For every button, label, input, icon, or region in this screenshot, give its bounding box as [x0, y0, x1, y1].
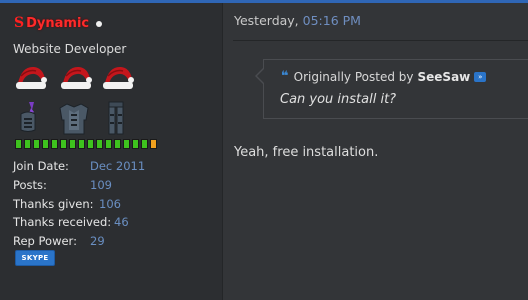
user-stats: Join Date: Dec 2011 Posts: 109 Thanks gi… [13, 157, 145, 250]
stat-label: Rep Power: [13, 234, 77, 249]
rep-segment [24, 139, 31, 149]
santa-hat-icon [61, 66, 92, 89]
stat-label: Thanks given: [13, 196, 94, 211]
user-title: Website Developer [13, 42, 127, 56]
online-status-icon [96, 21, 103, 27]
stat-label: Join Date: [13, 159, 69, 174]
post-date-time: 05:16 PM [302, 13, 361, 28]
santa-hat-icon [16, 66, 47, 89]
user-sidebar: S Dynamic Website Developer Join Date: D… [0, 3, 223, 300]
helmet-icon [20, 102, 36, 132]
stat-join-date: Join Date: Dec 2011 [13, 157, 145, 176]
rep-segment [96, 139, 103, 149]
view-post-icon[interactable]: » [474, 71, 487, 82]
rep-segment [141, 139, 148, 149]
post-content: Yesterday, 05:16 PM ❝ Originally Posted … [223, 3, 528, 300]
rep-segment [87, 139, 94, 149]
rep-segment [15, 139, 22, 149]
stat-posts: Posts: 109 [13, 176, 145, 195]
quote-block: ❝ Originally Posted by SeeSaw » Can you … [255, 59, 528, 119]
rep-segment [60, 139, 67, 149]
stat-thanks-received: Thanks received: 46 [13, 213, 145, 232]
stat-value: 46 [114, 215, 129, 230]
post-message: Yeah, free installation. [234, 145, 379, 160]
rep-segment [105, 139, 112, 149]
quote-header: ❝ Originally Posted by SeeSaw » [281, 69, 487, 84]
award-armor [14, 100, 134, 136]
quote-icon: ❝ [281, 69, 289, 84]
rep-segment [123, 139, 130, 149]
stat-value: 106 [99, 196, 121, 211]
rep-segment [78, 139, 85, 149]
user-logo-icon: S [14, 15, 25, 31]
reputation-bar [15, 139, 159, 149]
platelegs-icon [108, 101, 124, 135]
rep-segment [114, 139, 121, 149]
stat-value: 109 [90, 178, 112, 193]
rep-segment [33, 139, 40, 149]
stat-rep-power: Rep Power: 29 [13, 232, 145, 251]
post-date-day: Yesterday, [234, 13, 299, 28]
username-link[interactable]: Dynamic [26, 16, 89, 31]
rep-segment [51, 139, 58, 149]
rep-segment [69, 139, 76, 149]
rep-segment [42, 139, 49, 149]
award-hats [14, 63, 139, 93]
stat-label: Posts: [13, 178, 47, 193]
platebody-icon [59, 103, 89, 135]
quote-prefix: Originally Posted by [293, 69, 414, 84]
divider [233, 40, 528, 41]
stat-value: 29 [90, 234, 105, 249]
username-row: S Dynamic [14, 13, 103, 33]
rep-segment [132, 139, 139, 149]
stat-label: Thanks received: [13, 215, 112, 230]
stat-value: Dec 2011 [90, 159, 146, 174]
quote-author-link[interactable]: SeeSaw [418, 70, 471, 84]
post-date: Yesterday, 05:16 PM [234, 13, 361, 28]
rep-segment [150, 139, 157, 149]
skype-button[interactable]: SKYPE [15, 250, 55, 266]
stat-thanks-given: Thanks given: 106 [13, 194, 145, 213]
quote-text: Can you install it? [280, 92, 397, 107]
santa-hat-icon [103, 66, 134, 89]
quote-notch-inner [257, 69, 264, 83]
